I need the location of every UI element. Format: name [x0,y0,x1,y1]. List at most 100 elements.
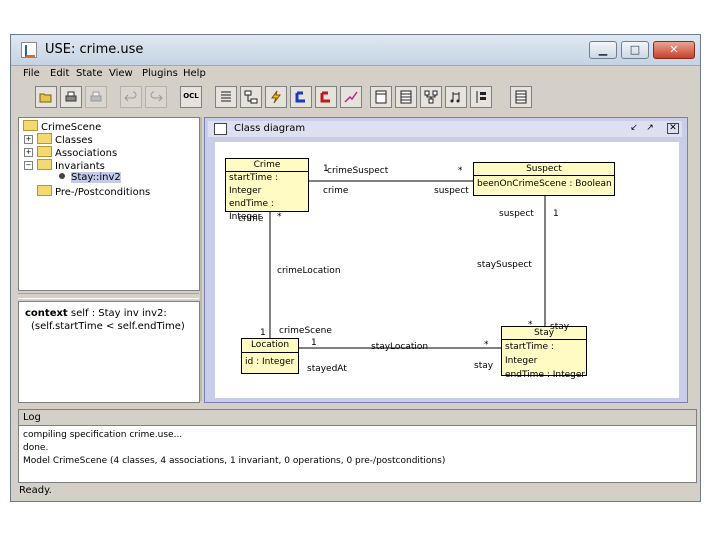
lightning-icon [271,90,281,104]
folder-icon [37,185,52,196]
menu-edit[interactable]: Edit [50,68,69,79]
multiplicity-label: 1 [311,338,317,348]
command-list-button[interactable] [510,86,532,108]
diagram-icon [214,123,227,135]
tree-item-invariants[interactable]: Invariants [37,159,105,172]
java-app-icon [21,42,37,58]
open-button[interactable] [35,86,57,108]
class-suspect[interactable]: Suspect beenOnCrimeScene : Boolean [473,162,615,196]
menu-file[interactable]: File [23,68,40,79]
tree-item-classes[interactable]: Classes [37,133,93,146]
multiplicity-label: 1 [553,209,559,219]
ocl-label: OCL [183,92,199,100]
assoc-name-crime-location: crimeLocation [277,266,341,276]
stack-icon [476,91,486,103]
undo-icon [124,91,137,102]
printer-icon [90,91,102,102]
log-title: Log [23,412,41,423]
toolbar: OCL [13,84,698,112]
undo-button[interactable] [120,86,142,108]
multiplicity-label: * [484,340,489,350]
invariant-icon [59,173,65,179]
menu-state[interactable]: State [76,68,102,79]
state-evolution-button[interactable] [340,86,362,108]
list-icon [221,91,231,102]
bracket-red-icon [320,91,330,103]
close-button[interactable]: ✕ [653,41,695,59]
tree-item-associations[interactable]: Associations [37,146,117,159]
call-stack-button[interactable] [470,86,492,108]
network-icon [424,90,438,104]
inheritance-button[interactable] [240,86,262,108]
menu-help[interactable]: Help [183,68,206,79]
tree-root[interactable]: CrimeScene [23,120,102,133]
tree-item-label: Stay::inv2 [71,172,121,183]
minimize-icon: ▁ [598,43,608,56]
communication-diagram-button[interactable] [445,86,467,108]
folder-icon [37,133,52,144]
split-divider[interactable] [18,293,199,299]
menu-plugins[interactable]: Plugins [142,68,178,79]
expand-icon[interactable]: + [24,148,33,157]
list-table-icon [515,90,527,104]
maximize-frame-icon[interactable]: ↗ [644,123,656,134]
redo-icon [150,91,163,102]
class-info-button[interactable] [215,86,237,108]
log-panel[interactable]: compiling specification crime.use... don… [18,425,697,483]
class-diagram-button[interactable] [370,86,392,108]
class-location[interactable]: Location id : Integer [241,338,299,374]
menu-view[interactable]: View [109,68,133,79]
object-diagram-button[interactable] [395,86,417,108]
print-view-button[interactable] [85,86,107,108]
ocl-line-1: context self : Stay inv inv2: [25,308,167,319]
ocl-keyword: context [25,308,68,319]
music-note-icon [450,92,460,103]
tree-item-stay-inv2[interactable]: Stay::inv2 [59,172,121,184]
class-name: Crime [226,159,308,172]
maximize-icon: □ [629,43,641,56]
role-label: stay [474,361,494,371]
lightning-button[interactable] [265,86,287,108]
multiplicity-label: * [277,212,282,222]
role-label: crime [323,186,349,196]
link-count-button[interactable] [315,86,337,108]
graph-line-icon [344,91,358,103]
table-icon [400,90,412,104]
minimize-button[interactable]: ▁ [589,41,617,59]
folder-icon [23,120,38,131]
ocl-line-2: (self.startTime < self.endTime) [31,321,185,332]
class-attr: beenOnCrimeScene : Boolean [477,179,612,189]
class-diagram-header[interactable]: Class diagram ↙ ↗ ✕ [208,121,682,137]
multiplicity-label: * [528,320,533,330]
close-frame-icon[interactable]: ✕ [667,123,679,134]
object-count-button[interactable] [290,86,312,108]
class-attr: id : Integer [245,357,295,367]
tree-root-label: CrimeScene [41,122,102,133]
ocl-button[interactable]: OCL [180,86,202,108]
tree-item-label: Invariants [55,161,105,172]
title-bar[interactable]: USE: crime.use ▁ □ ✕ [11,35,700,66]
model-browser-tree[interactable]: CrimeScene + Classes + Associations − In… [18,117,200,291]
sequence-diagram-button[interactable] [420,86,442,108]
role-label: suspect [499,209,534,219]
minimize-frame-icon[interactable]: ↙ [628,123,640,134]
class-name: Location [242,339,298,353]
close-icon: ✕ [669,43,679,56]
vertical-split-divider[interactable] [200,117,202,401]
class-crime[interactable]: Crime startTime : Integer endTime : Inte… [225,158,309,222]
redo-button[interactable] [145,86,167,108]
class-stay[interactable]: Stay startTime : Integer endTime : Integ… [501,326,587,380]
diagram-canvas[interactable]: Crime startTime : Integer endTime : Inte… [215,142,679,398]
window-title: USE: crime.use [45,42,144,57]
tree-item-prepost[interactable]: Pre-/Postconditions [37,185,150,198]
folder-icon [37,146,52,157]
hierarchy-icon [244,90,258,104]
expand-icon[interactable]: + [24,135,33,144]
maximize-button[interactable]: □ [621,41,649,59]
print-button[interactable] [60,86,82,108]
collapse-icon[interactable]: − [24,161,33,170]
folder-open-icon [37,159,52,170]
log-line: compiling specification crime.use... [23,430,183,440]
printer-icon [65,91,77,102]
multiplicity-label: 1 [260,328,266,338]
